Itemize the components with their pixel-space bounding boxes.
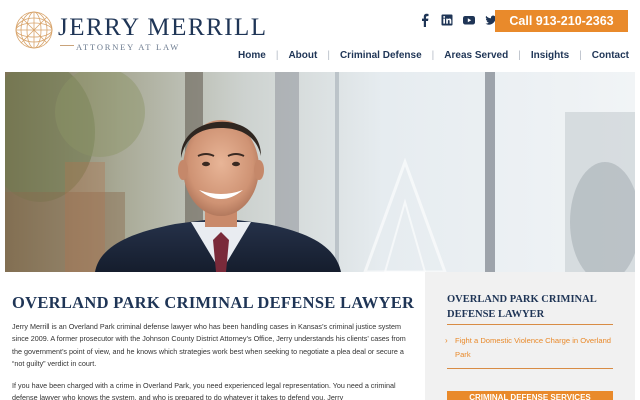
site-header: JERRY MERRILL ATTORNEY AT LAW Call 913-2… [0,0,640,72]
logo-mark-icon [15,11,53,49]
main-nav: Home | About | Criminal Defense | Areas … [238,50,629,61]
intro-paragraph: Jerry Merrill is an Overland Park crimin… [12,322,406,369]
hero-image [5,72,635,272]
sidebar-divider [447,368,613,369]
facebook-icon[interactable] [419,13,431,27]
logo-name: JERRY MERRILL [58,14,268,41]
nav-about[interactable]: About [288,50,317,61]
chevron-right-icon: › [445,336,448,345]
call-button[interactable]: Call 913-210-2363 [495,10,628,32]
criminal-defense-services-button[interactable]: CRIMINAL DEFENSE SERVICES [447,391,613,400]
nav-criminal-defense[interactable]: Criminal Defense [340,50,422,61]
main-content: OVERLAND PARK CRIMINAL DEFENSE LAWYER Je… [12,284,416,400]
sidebar-link-label: Fight a Domestic Violence Charge in Over… [455,336,612,359]
nav-separator: | [275,50,279,61]
site-logo[interactable]: JERRY MERRILL ATTORNEY AT LAW [14,9,266,53]
sidebar-title: OVERLAND PARK CRIMINAL DEFENSE LAWYER [447,294,597,320]
logo-tagline: ATTORNEY AT LAW [76,42,181,52]
sidebar-link-domestic-violence[interactable]: › Fight a Domestic Violence Charge in Ov… [445,334,621,361]
nav-separator: | [431,50,435,61]
sidebar-divider [447,324,613,325]
logo-divider [60,45,74,46]
nav-insights[interactable]: Insights [531,50,569,61]
nav-separator: | [579,50,582,61]
nav-separator: | [327,50,330,61]
page-title: OVERLAND PARK CRIMINAL DEFENSE LAWYER [12,293,415,312]
nav-separator: | [518,50,521,61]
body-paragraph: If you have been charged with a crime in… [12,380,396,400]
linkedin-icon[interactable] [441,13,453,27]
nav-areas-served[interactable]: Areas Served [444,50,508,61]
sidebar: OVERLAND PARK CRIMINAL DEFENSE LAWYER › … [425,272,635,400]
social-links [419,13,497,27]
attorney-portrait [5,72,635,272]
nav-home[interactable]: Home [238,50,266,61]
nav-contact[interactable]: Contact [592,50,629,61]
youtube-icon[interactable] [463,13,475,27]
